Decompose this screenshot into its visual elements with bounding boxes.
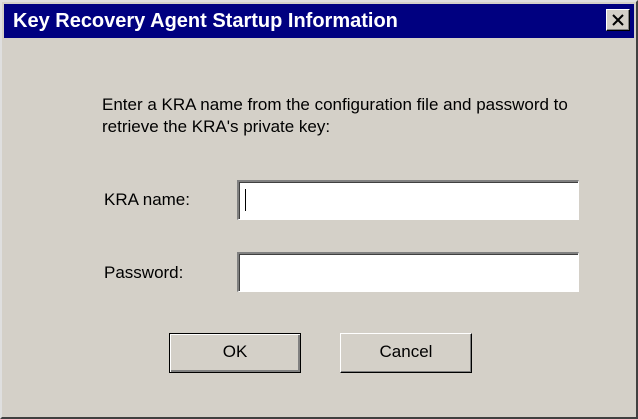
ok-button[interactable]: OK (169, 333, 301, 373)
kra-name-field[interactable] (237, 180, 579, 220)
text-caret (245, 189, 246, 211)
window-title: Key Recovery Agent Startup Information (13, 10, 398, 32)
title-bar[interactable]: Key Recovery Agent Startup Information (4, 4, 634, 38)
password-label: Password: (104, 263, 184, 282)
close-button[interactable] (606, 9, 630, 31)
dialog-window: Key Recovery Agent Startup Information E… (0, 0, 638, 419)
close-icon (612, 14, 624, 26)
kra-name-label: KRA name: (104, 190, 190, 209)
password-field[interactable] (237, 252, 579, 292)
password-input[interactable] (242, 256, 567, 288)
cancel-button[interactable]: Cancel (340, 333, 472, 373)
instructions-text: Enter a KRA name from the configuration … (102, 95, 568, 136)
kra-name-input[interactable] (242, 184, 567, 216)
